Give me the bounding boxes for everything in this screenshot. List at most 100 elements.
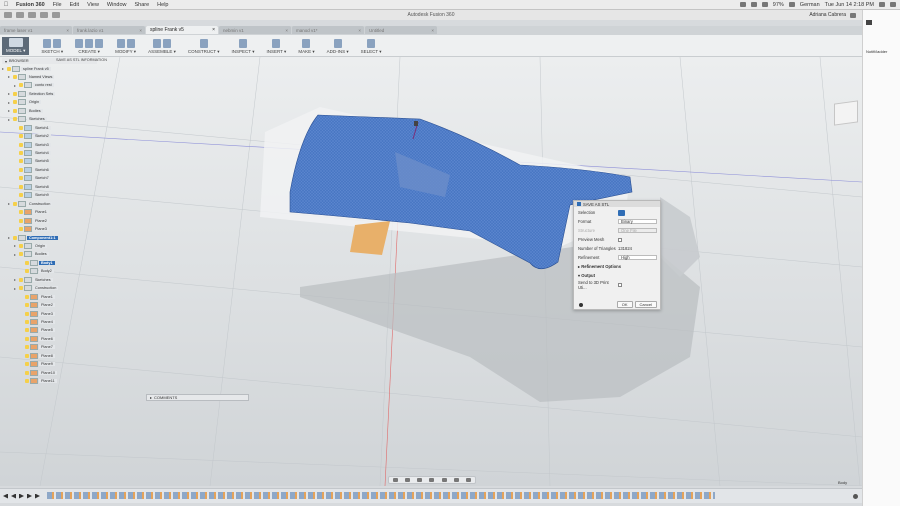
tool-icon[interactable] <box>367 39 376 48</box>
browser-node-label[interactable]: Sketches <box>33 277 53 282</box>
browser-node-label[interactable]: Construction <box>27 201 53 206</box>
browser-node-label[interactable]: Plane4 <box>39 320 55 324</box>
tab-document[interactable]: frame laser v1 × <box>0 26 72 34</box>
menu-edit[interactable]: Edit <box>66 2 83 8</box>
browser-node[interactable]: Sketch6 <box>14 166 51 173</box>
browser-node[interactable]: Plane2 <box>14 217 49 224</box>
toolbar-group[interactable]: SELECT ▾ <box>361 39 382 55</box>
browser-node-label[interactable]: Plane11 <box>39 379 57 384</box>
volume-icon[interactable] <box>761 2 768 7</box>
browser-node[interactable]: Plane4 <box>20 319 55 326</box>
browser-node[interactable]: Sketch3 <box>14 141 51 148</box>
visibility-icon[interactable] <box>19 286 23 291</box>
browser-node-label[interactable]: Named Views <box>27 74 55 79</box>
browser-node-label[interactable]: Plane3 <box>39 311 55 316</box>
browser-node[interactable]: ▸ Component1:1 <box>8 234 58 241</box>
visibility-icon[interactable] <box>19 142 23 147</box>
browser-node-label[interactable]: Plane3 <box>33 227 49 232</box>
selection-button[interactable] <box>618 209 625 216</box>
ok-button[interactable]: OK <box>616 301 633 308</box>
toolbar-label[interactable]: CONSTRUCT ▾ <box>188 49 220 55</box>
visibility-icon[interactable] <box>13 91 17 96</box>
browser-node-label[interactable]: conto rest <box>33 83 54 88</box>
close-icon[interactable]: × <box>431 28 434 33</box>
tool-icon[interactable] <box>239 39 247 48</box>
collapse-icon[interactable]: ▾ <box>5 59 7 64</box>
browser-node[interactable]: Plane8 <box>20 352 55 359</box>
info-icon[interactable] <box>579 302 583 307</box>
browser-node-label[interactable]: Plane9 <box>39 362 55 367</box>
menu-share[interactable]: Share <box>130 2 153 8</box>
visibility-icon[interactable] <box>13 74 17 79</box>
close-icon[interactable]: × <box>212 27 215 33</box>
menu-help[interactable]: Help <box>153 2 172 8</box>
chevron-icon[interactable]: ▸ <box>14 83 18 88</box>
canvas-viewport[interactable] <box>0 56 863 487</box>
chevron-icon[interactable]: ▸ <box>14 243 18 248</box>
browser-node-label[interactable]: Plane10 <box>39 370 57 375</box>
display-icon[interactable] <box>441 478 447 482</box>
browser-node[interactable]: Body2 <box>20 268 54 275</box>
tool-icon[interactable] <box>333 39 342 48</box>
chevron-icon[interactable]: ▸ <box>14 286 18 291</box>
panel-icon[interactable] <box>866 20 872 25</box>
browser-node[interactable]: Sketch1 <box>14 124 51 131</box>
structure-select[interactable]: One File <box>618 228 657 233</box>
browser-node[interactable]: Plane10 <box>20 369 57 376</box>
tab-document[interactable]: nebmin v1 × <box>219 26 291 34</box>
toolbar-group[interactable]: ADD-INS ▾ <box>327 39 349 55</box>
timeline-settings-icon[interactable] <box>853 493 858 499</box>
refinement-options[interactable]: ▸ Refinement Options <box>578 263 657 270</box>
chevron-icon[interactable]: ▸ <box>8 117 12 122</box>
visibility-icon[interactable] <box>13 108 17 113</box>
go-to-start-icon[interactable] <box>3 493 8 499</box>
toolbar-label[interactable]: INSPECT ▾ <box>232 49 255 55</box>
visibility-icon[interactable] <box>25 303 29 308</box>
chevron-icon[interactable]: ▸ <box>14 277 18 282</box>
toolbar-label[interactable]: ADD-INS ▾ <box>327 49 349 55</box>
browser-node[interactable]: ▸ Sketches <box>8 116 47 123</box>
tool-icon[interactable] <box>95 39 104 48</box>
visibility-icon[interactable] <box>13 100 17 105</box>
tool-icon[interactable] <box>302 39 311 48</box>
visibility-icon[interactable] <box>25 311 29 316</box>
close-icon[interactable]: × <box>66 28 69 33</box>
chevron-icon[interactable]: ▸ <box>8 108 12 113</box>
list-icon[interactable] <box>890 2 896 7</box>
visibility-icon[interactable] <box>19 167 23 172</box>
step-back-icon[interactable] <box>11 493 16 499</box>
battery-icon[interactable] <box>788 2 795 7</box>
close-icon[interactable]: × <box>139 28 142 33</box>
zoom-icon[interactable] <box>417 478 423 482</box>
toolbar-group[interactable]: INSERT ▾ <box>266 39 286 55</box>
tab-document[interactable]: manod v1* × <box>292 26 364 34</box>
orbit-icon[interactable] <box>392 478 398 482</box>
toolbar-label[interactable]: MAKE ▾ <box>298 49 314 55</box>
browser-node[interactable]: ▸ Sketches <box>14 276 53 283</box>
visibility-icon[interactable] <box>25 370 29 375</box>
apple-icon[interactable]:  <box>0 2 12 8</box>
browser-node[interactable]: Plane5 <box>20 327 55 334</box>
browser-node[interactable]: Plane1 <box>14 209 49 216</box>
tool-icon[interactable] <box>53 39 62 48</box>
toolbar-group[interactable]: MODEL ▾ <box>2 37 30 55</box>
browser-node-label[interactable]: Plane7 <box>39 345 55 350</box>
browser-node-label[interactable]: Body2 <box>39 269 54 274</box>
menu-view[interactable]: View <box>83 2 103 8</box>
browser-node[interactable]: Plane3 <box>14 226 49 233</box>
browser-node[interactable]: Plane2 <box>20 302 55 309</box>
browser-node-label[interactable]: Body1 <box>39 260 55 265</box>
visibility-icon[interactable] <box>19 227 23 232</box>
browser-node[interactable]: ▸ Named Views <box>8 73 55 80</box>
dialog-header[interactable]: SAVE AS STL <box>574 201 660 207</box>
browser-node-label[interactable]: Plane8 <box>39 353 55 358</box>
format-select[interactable]: Binary <box>618 219 657 224</box>
pan-icon[interactable] <box>404 478 410 482</box>
play-icon[interactable] <box>19 494 24 499</box>
browser-node[interactable]: Plane11 <box>20 378 57 385</box>
tool-icon[interactable] <box>272 39 281 48</box>
visibility-icon[interactable] <box>19 210 23 215</box>
visibility-icon[interactable] <box>19 193 23 198</box>
toolbar-label[interactable]: SELECT ▾ <box>361 49 382 55</box>
browser-node-label[interactable]: Sketch8 <box>33 184 51 189</box>
